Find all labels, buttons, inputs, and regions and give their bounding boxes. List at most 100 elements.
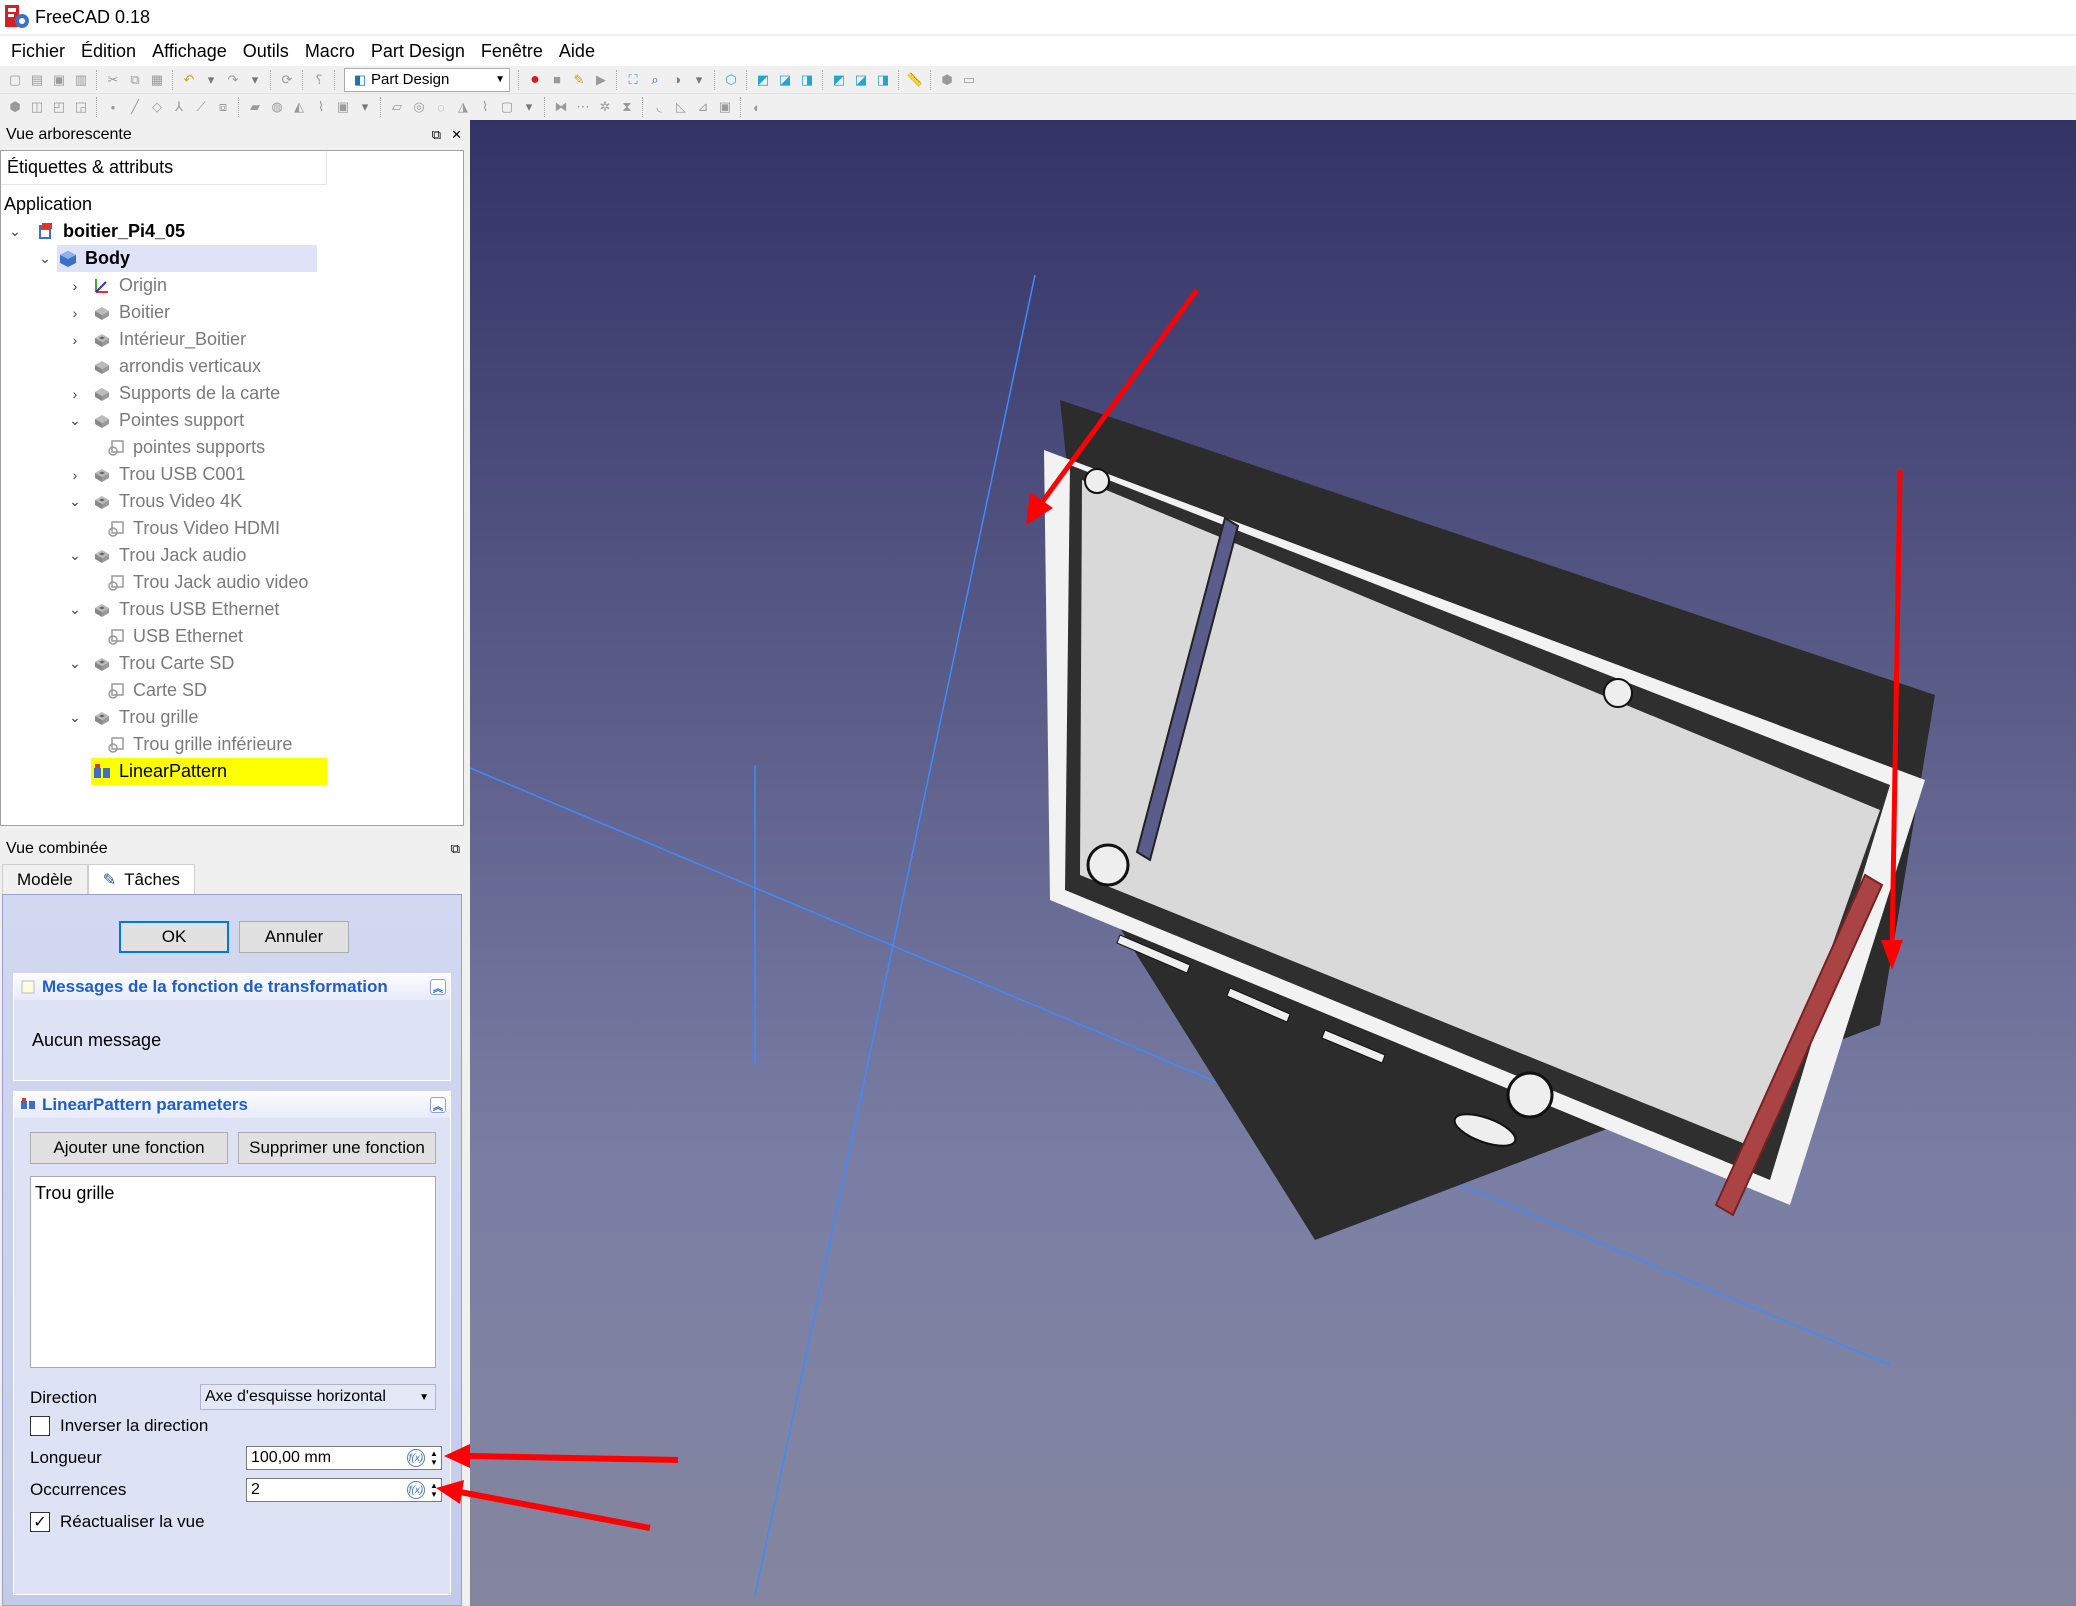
collapse-icon[interactable]: ︽: [430, 1097, 446, 1113]
refresh-view-checkbox-box[interactable]: ✓: [30, 1512, 50, 1532]
subtractive-loft-icon[interactable]: ◮: [454, 98, 472, 116]
view-isometric-icon[interactable]: ⬡: [722, 71, 740, 89]
chevron-right-icon[interactable]: ›: [67, 305, 83, 321]
tree-item[interactable]: Trou Jack audio video: [1, 569, 463, 596]
tree-item[interactable]: arrondis verticaux: [1, 353, 463, 380]
float-panel-icon[interactable]: ⧉: [451, 841, 460, 857]
draw-style-icon[interactable]: ◑: [668, 71, 686, 89]
validate-sketch-icon[interactable]: ◰: [50, 98, 68, 116]
undo-dropdown-icon[interactable]: ▾: [202, 71, 220, 89]
datum-plane-icon[interactable]: ◇: [148, 98, 166, 116]
subtractive-primitive-icon[interactable]: ▢: [498, 98, 516, 116]
datum-line-icon[interactable]: ╱: [126, 98, 144, 116]
expression-icon[interactable]: f(x): [407, 1449, 425, 1467]
tree-item-document[interactable]: ⌄ boitier_Pi4_05: [1, 218, 463, 245]
tree-item[interactable]: Carte SD: [1, 677, 463, 704]
workbench-select[interactable]: ◧ Part Design ▼: [344, 67, 510, 92]
create-body-icon[interactable]: ⬢: [6, 98, 24, 116]
cut-icon[interactable]: ✂: [104, 71, 122, 89]
save-icon[interactable]: ▣: [50, 71, 68, 89]
edit-sketch-icon[interactable]: ◲: [72, 98, 90, 116]
menu-fichier[interactable]: Fichier: [3, 41, 73, 62]
thickness-icon[interactable]: ▣: [716, 98, 734, 116]
tree-item-body[interactable]: ⌄ Body: [1, 245, 463, 272]
create-sketch-icon[interactable]: ◫: [28, 98, 46, 116]
refresh-icon[interactable]: ⟳: [278, 71, 296, 89]
hole-icon[interactable]: ◎: [410, 98, 428, 116]
add-feature-button[interactable]: Ajouter une fonction: [30, 1132, 228, 1164]
subtractive-pipe-icon[interactable]: ⌇: [476, 98, 494, 116]
tree-item[interactable]: Trou grille inférieure: [1, 731, 463, 758]
length-spinbox[interactable]: 100,00 mm f(x) ▲ ▼: [246, 1446, 442, 1470]
chevron-right-icon[interactable]: ›: [67, 332, 83, 348]
print-icon[interactable]: ▥: [72, 71, 90, 89]
fit-selection-icon[interactable]: ⌕: [646, 71, 664, 89]
macro-run-icon[interactable]: ▶: [592, 71, 610, 89]
datum-point-icon[interactable]: •: [104, 98, 122, 116]
local-cs-icon[interactable]: ⅄: [170, 98, 188, 116]
tree-item[interactable]: ⌄ Trous Video 4K: [1, 488, 463, 515]
spin-arrows-icon[interactable]: ▲ ▼: [427, 1479, 441, 1501]
view-top-icon[interactable]: ◪: [776, 71, 794, 89]
ok-button[interactable]: OK: [119, 921, 229, 953]
chevron-down-icon[interactable]: ⌄: [67, 601, 83, 618]
tree-item[interactable]: LinearPattern: [1, 758, 463, 785]
3d-viewport[interactable]: [470, 120, 2076, 1606]
chevron-down-icon[interactable]: ⌄: [67, 547, 83, 564]
redo-icon[interactable]: ↷: [224, 71, 242, 89]
direction-select[interactable]: Axe d'esquisse horizontal ▼: [200, 1384, 436, 1410]
cancel-button[interactable]: Annuler: [239, 921, 349, 953]
chevron-down-icon[interactable]: ⌄: [67, 493, 83, 510]
remove-feature-button[interactable]: Supprimer une fonction: [238, 1132, 436, 1164]
linear-pattern-icon[interactable]: ⋯: [574, 98, 592, 116]
expression-icon[interactable]: f(x): [407, 1481, 425, 1499]
tree-item[interactable]: › Supports de la carte: [1, 380, 463, 407]
tree-item[interactable]: › Intérieur_Boitier: [1, 326, 463, 353]
polar-pattern-icon[interactable]: ✲: [596, 98, 614, 116]
redo-dropdown-icon[interactable]: ▾: [246, 71, 264, 89]
tab-modele[interactable]: Modèle: [2, 864, 88, 894]
tree-item[interactable]: USB Ethernet: [1, 623, 463, 650]
macro-edit-icon[interactable]: ✎: [570, 71, 588, 89]
tree-item[interactable]: › Origin: [1, 272, 463, 299]
create-part-icon[interactable]: ⬢: [938, 71, 956, 89]
reverse-direction-checkbox-box[interactable]: [30, 1416, 50, 1436]
paste-icon[interactable]: ▦: [148, 71, 166, 89]
refresh-view-checkbox[interactable]: ✓ Réactualiser la vue: [30, 1512, 205, 1532]
chevron-down-icon[interactable]: ⌄: [37, 250, 53, 267]
tab-taches[interactable]: ✎ Tâches: [87, 864, 195, 894]
macro-stop-icon[interactable]: ■: [548, 71, 566, 89]
linear-pattern-params-header[interactable]: LinearPattern parameters ︽: [14, 1092, 450, 1118]
tree-item[interactable]: ⌄ Trou Jack audio: [1, 542, 463, 569]
revolution-icon[interactable]: ◍: [268, 98, 286, 116]
chamfer-icon[interactable]: ◺: [672, 98, 690, 116]
view-right-icon[interactable]: ◨: [798, 71, 816, 89]
menu-part-design[interactable]: Part Design: [363, 41, 473, 62]
box-model[interactable]: [1044, 400, 1935, 1240]
tree-item[interactable]: › Trou USB C001: [1, 461, 463, 488]
menu-edition[interactable]: Édition: [73, 41, 144, 62]
menu-affichage[interactable]: Affichage: [144, 41, 235, 62]
new-file-icon[interactable]: ▢: [6, 71, 24, 89]
close-icon[interactable]: ✕: [451, 127, 462, 143]
chevron-down-icon[interactable]: ⌄: [7, 223, 23, 240]
tree-column-header[interactable]: Étiquettes & attributs: [1, 151, 327, 185]
additive-dropdown-icon[interactable]: ▾: [356, 98, 374, 116]
groove-icon[interactable]: ◌: [432, 98, 450, 116]
draw-style-dropdown-icon[interactable]: ▾: [690, 71, 708, 89]
open-file-icon[interactable]: ▤: [28, 71, 46, 89]
draft-icon[interactable]: ⊿: [694, 98, 712, 116]
menu-fenetre[interactable]: Fenêtre: [473, 41, 551, 62]
chevron-down-icon[interactable]: ⌄: [67, 655, 83, 672]
chevron-right-icon[interactable]: ›: [67, 467, 83, 483]
fit-all-icon[interactable]: ⛶: [624, 71, 642, 89]
chevron-down-icon[interactable]: ⌄: [67, 412, 83, 429]
pad-icon[interactable]: ▰: [246, 98, 264, 116]
occurrences-spinbox[interactable]: 2 f(x) ▲ ▼: [246, 1478, 442, 1502]
view-rear-icon[interactable]: ◩: [830, 71, 848, 89]
multitransform-icon[interactable]: ⧗: [618, 98, 636, 116]
spin-arrows-icon[interactable]: ▲ ▼: [427, 1447, 441, 1469]
chevron-down-icon[interactable]: ⌄: [67, 709, 83, 726]
feature-list-item[interactable]: Trou grille: [35, 1183, 431, 1204]
tree-item[interactable]: ⌄ Trou Carte SD: [1, 650, 463, 677]
